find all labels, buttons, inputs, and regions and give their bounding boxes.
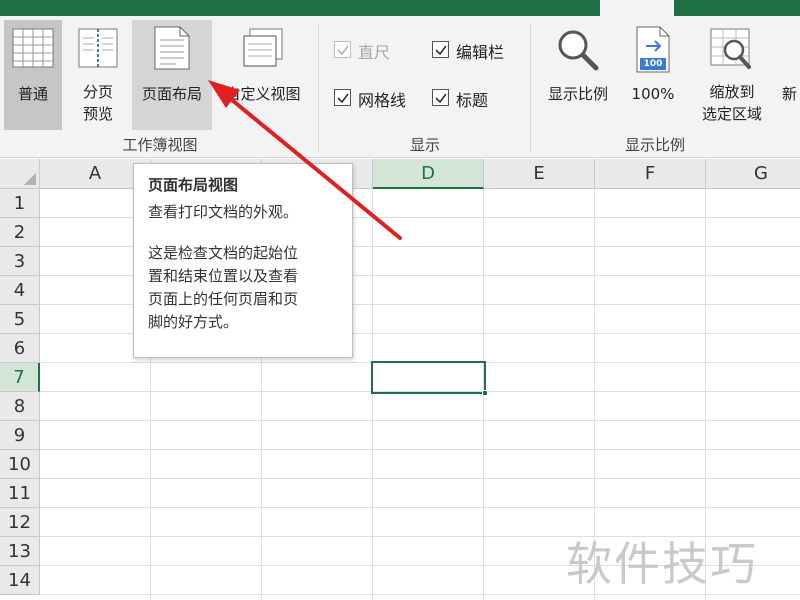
tooltip-description-line: 这是检查文档的起始位 xyxy=(148,244,299,262)
column-header-d[interactable]: D xyxy=(373,159,484,189)
excel-window: 普通 分页 预览 页面布局 自定义视图 工作簿视图 直尺 编辑栏 网格线 标题 … xyxy=(0,0,800,600)
headings-label: 标题 xyxy=(456,91,489,110)
page-break-preview-label-2: 预览 xyxy=(82,105,113,123)
row-header[interactable]: 11 xyxy=(0,479,40,508)
column-header-e[interactable]: E xyxy=(484,159,595,189)
select-all-corner[interactable] xyxy=(0,159,40,189)
gridline xyxy=(40,420,800,421)
row-header[interactable]: 5 xyxy=(0,305,40,334)
new-window-button[interactable]: 新 xyxy=(782,20,800,130)
zoom-100-badge: 100 xyxy=(643,59,663,69)
row-header[interactable]: 12 xyxy=(0,508,40,537)
row-header[interactable]: 3 xyxy=(0,247,40,276)
ruler-checkbox[interactable]: 直尺 xyxy=(334,38,414,62)
gridlines-label: 网格线 xyxy=(358,91,407,110)
gridline xyxy=(40,594,800,595)
normal-view-button[interactable]: 普通 xyxy=(4,20,62,130)
group-separator xyxy=(318,24,319,152)
normal-view-icon xyxy=(12,28,54,68)
tooltip-description-line: 脚的好方式。 xyxy=(148,313,239,331)
column-header-f[interactable]: F xyxy=(595,159,706,189)
row-header[interactable]: 7 xyxy=(0,363,40,392)
row-header[interactable]: 14 xyxy=(0,566,40,595)
gridlines-check-box[interactable] xyxy=(334,89,351,106)
column-header-g[interactable]: G xyxy=(706,159,800,189)
watermark: 软件技巧 xyxy=(566,537,758,591)
zoom-button[interactable]: 显示比例 xyxy=(536,20,620,130)
zoom-to-selection-label-2: 选定区域 xyxy=(701,105,762,123)
workbook-views-group-label: 工作簿视图 xyxy=(122,136,198,154)
row-header[interactable]: 9 xyxy=(0,421,40,450)
checkmark-icon xyxy=(435,45,447,56)
zoom-label: 显示比例 xyxy=(547,85,608,103)
tooltip-description-line: 页面上的任何页眉和页 xyxy=(148,290,299,308)
magnifier-icon xyxy=(558,30,599,71)
row-header[interactable]: 13 xyxy=(0,537,40,566)
headings-checkbox[interactable]: 标题 xyxy=(432,86,512,110)
gridline xyxy=(40,507,800,508)
zoom-100-button[interactable]: 100 100% xyxy=(624,20,682,130)
new-window-label: 新 xyxy=(782,85,798,103)
normal-view-label: 普通 xyxy=(17,85,48,103)
active-cell-d7[interactable] xyxy=(371,361,488,396)
page-layout-tooltip: 页面布局视图 查看打印文档的外观。 这是检查文档的起始位 置和结束位置以及查看 … xyxy=(133,163,353,358)
gridline xyxy=(372,189,373,600)
checkmark-icon xyxy=(435,93,447,104)
gridline xyxy=(40,478,800,479)
tooltip-summary: 查看打印文档的外观。 xyxy=(148,203,299,221)
row-header[interactable]: 2 xyxy=(0,218,40,247)
formula-bar-label: 编辑栏 xyxy=(456,43,505,62)
checkmark-icon xyxy=(337,93,349,104)
group-separator xyxy=(530,24,531,152)
row-header[interactable]: 1 xyxy=(0,189,40,218)
row-header[interactable]: 6 xyxy=(0,334,40,363)
custom-views-label: 自定义视图 xyxy=(225,85,301,103)
row-header[interactable]: 8 xyxy=(0,392,40,421)
tooltip-description-line: 置和结束位置以及查看 xyxy=(148,267,299,285)
zoom-to-selection-icon xyxy=(710,28,751,69)
ribbon: 普通 分页 预览 页面布局 自定义视图 工作簿视图 直尺 编辑栏 网格线 标题 … xyxy=(0,16,800,158)
zoom-to-selection-label-1: 缩放到 xyxy=(709,83,755,101)
page-break-preview-button[interactable]: 分页 预览 xyxy=(68,20,128,130)
page-layout-button[interactable]: 页面布局 xyxy=(132,20,212,130)
page-break-preview-label-1: 分页 xyxy=(82,83,113,101)
checkmark-icon xyxy=(337,45,349,56)
fill-handle[interactable] xyxy=(482,390,488,396)
headings-check-box[interactable] xyxy=(432,89,449,106)
show-group-label: 显示 xyxy=(409,136,440,154)
page-break-preview-icon xyxy=(78,28,118,68)
custom-views-button[interactable]: 自定义视图 xyxy=(214,20,312,130)
zoom-100-label: 100% xyxy=(631,85,675,103)
ruler-check-box[interactable] xyxy=(334,41,351,58)
tab-view[interactable] xyxy=(600,0,674,16)
tooltip-title: 页面布局视图 xyxy=(148,176,239,194)
formula-bar-checkbox[interactable]: 编辑栏 xyxy=(432,38,522,62)
row-header[interactable]: 4 xyxy=(0,276,40,305)
gridlines-checkbox[interactable]: 网格线 xyxy=(334,86,424,110)
title-tab-strip xyxy=(0,0,800,16)
page-layout-label: 页面布局 xyxy=(141,85,202,103)
page-layout-icon xyxy=(154,26,190,70)
custom-views-icon xyxy=(243,28,283,67)
ruler-label: 直尺 xyxy=(358,43,391,62)
formula-bar-check-box[interactable] xyxy=(432,41,449,58)
zoom-to-selection-button[interactable]: 缩放到 选定区域 xyxy=(686,20,778,130)
row-header[interactable]: 10 xyxy=(0,450,40,479)
gridline xyxy=(40,449,800,450)
zoom-group-label: 显示比例 xyxy=(624,136,685,154)
